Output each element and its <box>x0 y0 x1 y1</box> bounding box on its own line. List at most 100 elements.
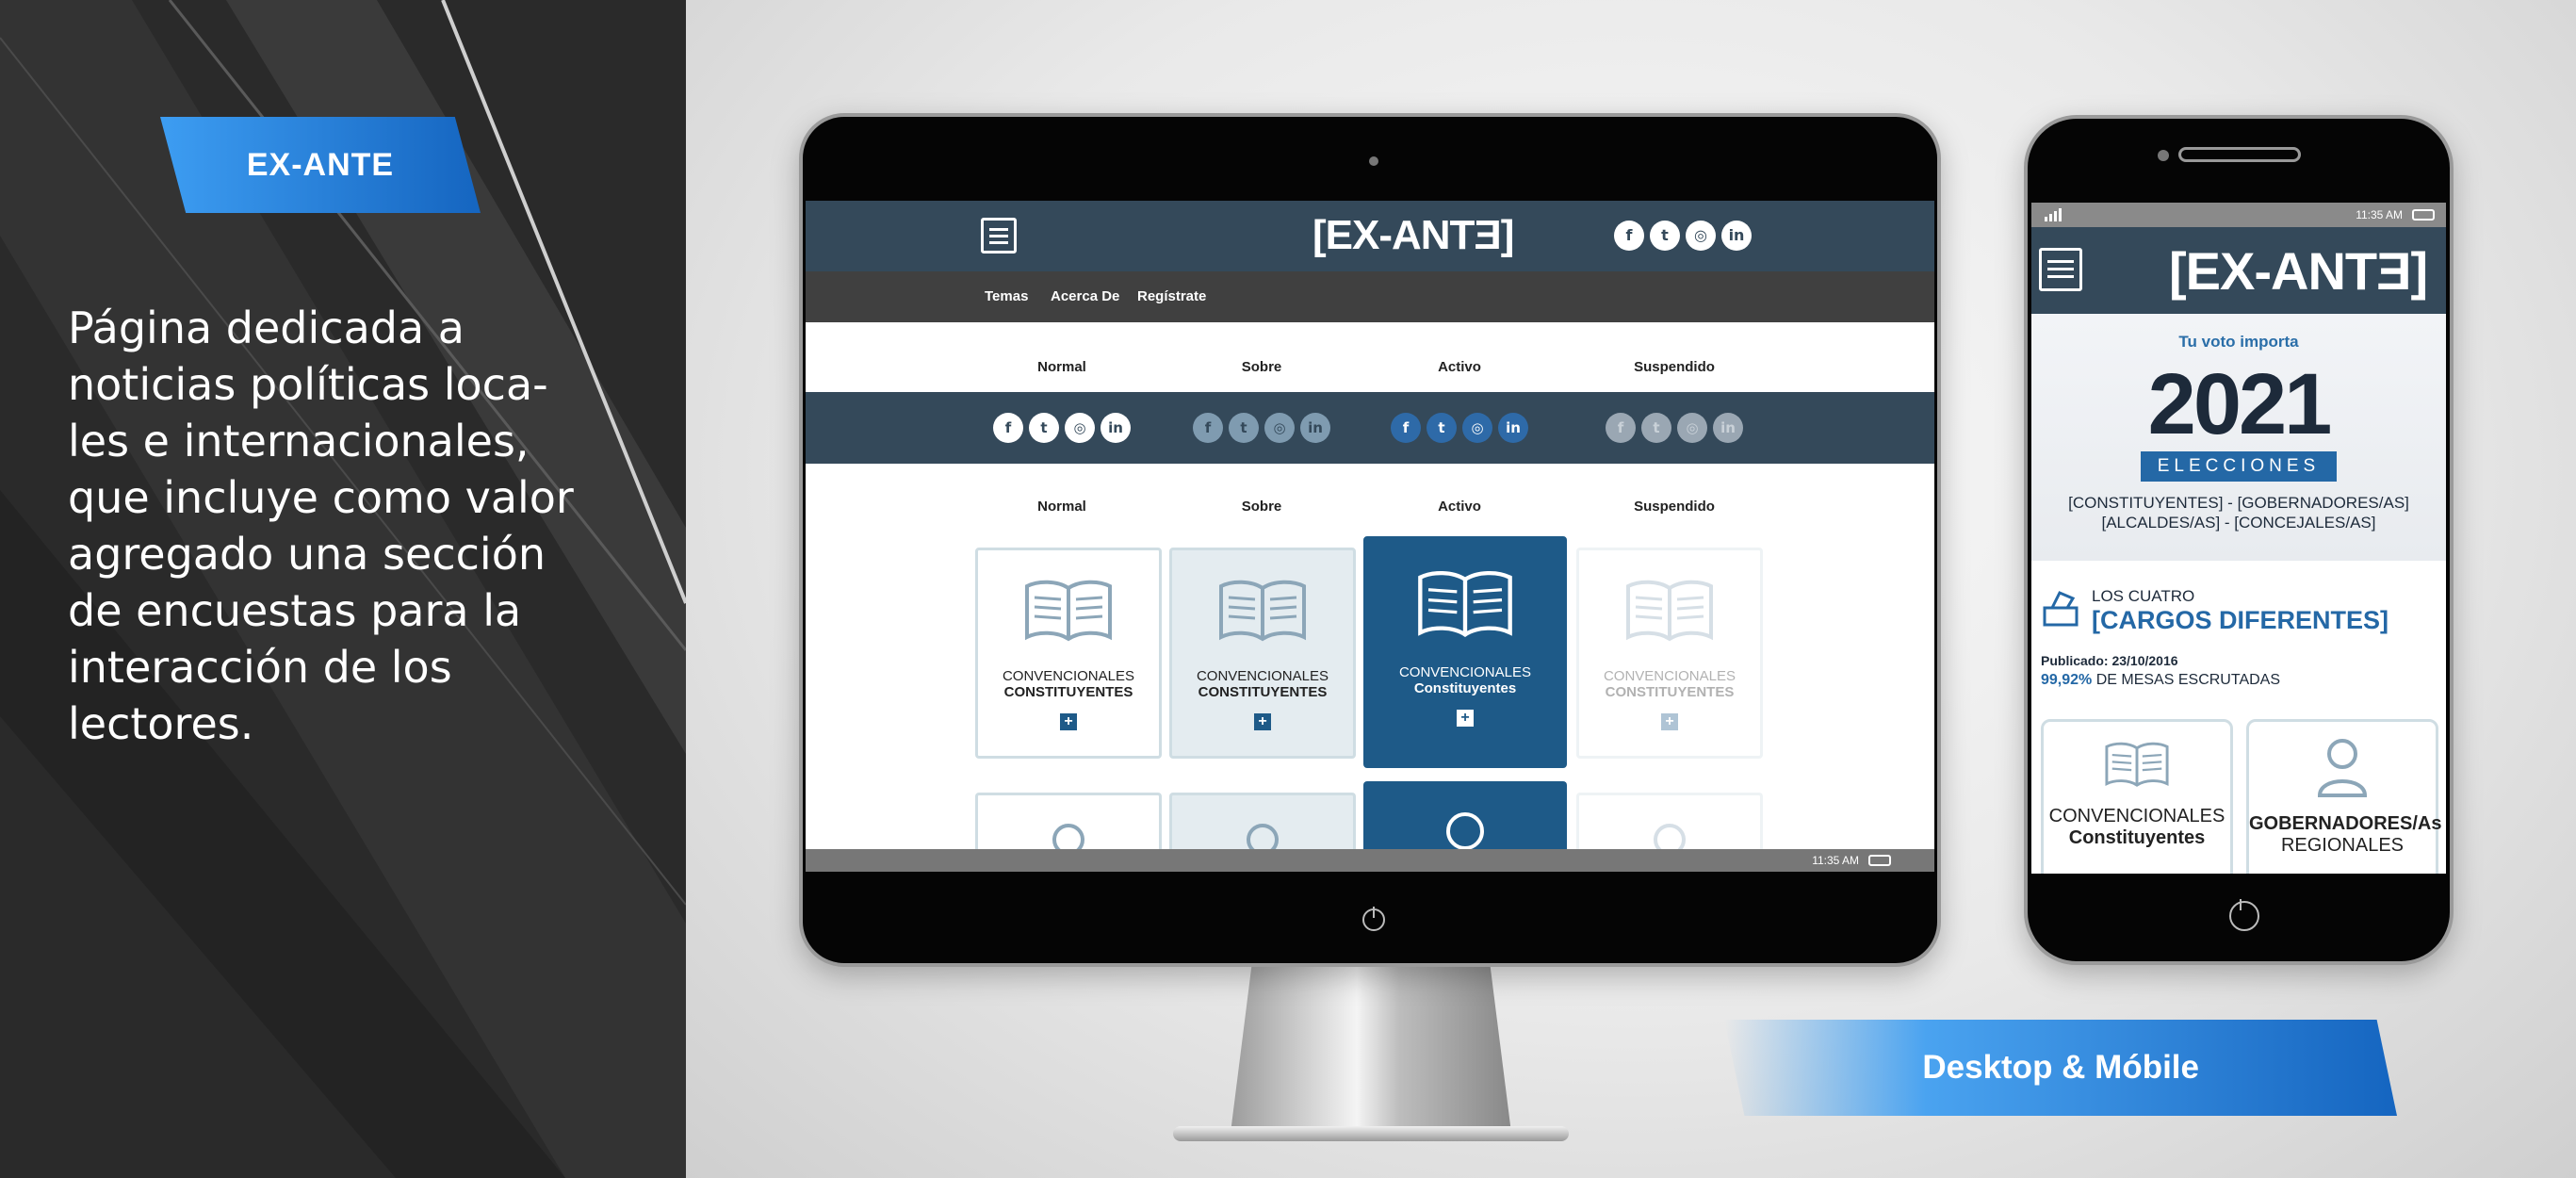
plus-icon: + <box>1661 713 1678 730</box>
cargos-title: [CARGOS DIFERENTES] <box>2092 606 2389 634</box>
desktop-mobile-tag: Desktop & Móbile <box>1724 1020 2397 1116</box>
category-card-normal[interactable]: CONVENCIONALES CONSTITUYENTES + <box>975 548 1162 759</box>
instagram-icon[interactable]: ◎ <box>1462 413 1492 443</box>
hero-year: 2021 <box>2147 356 2333 452</box>
card-line-1: GOBERNADORES/As <box>2249 813 2442 834</box>
phone-camera <box>2158 150 2169 161</box>
mobile-header: [EX-ANTƎ] <box>2031 227 2446 314</box>
category-card-row2-sobre[interactable] <box>1169 793 1356 856</box>
card-line-2: CONSTITUYENTES <box>1003 684 1133 700</box>
desktop-header: [EX-ANTƎ] f t ◎ in <box>806 201 1934 271</box>
monitor-stand-base <box>1173 1126 1569 1141</box>
book-icon <box>1626 580 1713 642</box>
card-line-1: CONVENCIONALES <box>1196 668 1329 684</box>
linkedin-icon[interactable]: in <box>1721 221 1752 251</box>
category-card-row2-normal[interactable] <box>975 793 1162 856</box>
state-label-activo-2: Activo <box>1438 499 1481 515</box>
state-label-normal: Normal <box>1037 359 1086 375</box>
twitter-icon: t <box>1641 413 1671 443</box>
facebook-icon[interactable]: f <box>1391 413 1421 443</box>
card-line-2: CONSTITUYENTES <box>1605 684 1735 700</box>
facebook-icon[interactable]: f <box>1193 413 1223 443</box>
state-label-suspendido-2: Suspendido <box>1634 499 1715 515</box>
category-card-row2-activo[interactable] <box>1363 781 1567 850</box>
nav-item-temas[interactable]: Temas <box>985 288 1028 304</box>
card-line-1: CONVENCIONALES <box>2048 806 2225 826</box>
desktop-logo[interactable]: [EX-ANTƎ] <box>1312 212 1514 259</box>
mobile-card-convencionales[interactable]: CONVENCIONALES Constituyentes <box>2041 719 2233 874</box>
card-line-1: CONVENCIONALES <box>1002 668 1135 684</box>
hero-cargos: [CONSTITUYENTES] - [GOBERNADORES/AS] [AL… <box>2068 494 2409 532</box>
twitter-icon[interactable]: t <box>1427 413 1457 443</box>
mobile-logo[interactable]: [EX-ANTƎ] <box>2169 240 2428 302</box>
facebook-icon[interactable]: f <box>1614 221 1644 251</box>
social-group-sobre: f t ◎ in <box>1193 413 1330 443</box>
book-icon <box>1219 580 1306 642</box>
state-label-sobre-2: Sobre <box>1241 499 1282 515</box>
social-group-normal: f t ◎ in <box>993 413 1131 443</box>
plus-icon[interactable]: + <box>1457 710 1474 727</box>
desktop-status-bar: 11:35 AM <box>806 849 1934 872</box>
state-label-activo: Activo <box>1438 359 1481 375</box>
twitter-icon[interactable]: t <box>1650 221 1680 251</box>
category-card-sobre[interactable]: CONVENCIONALES CONSTITUYENTES + <box>1169 548 1356 759</box>
monitor-camera <box>1369 156 1378 166</box>
instagram-icon[interactable]: ◎ <box>1264 413 1295 443</box>
user-icon <box>2317 739 2368 797</box>
card-line-1: CONVENCIONALES <box>1398 664 1532 680</box>
state-label-suspendido: Suspendido <box>1634 359 1715 375</box>
menu-icon[interactable] <box>981 218 1017 254</box>
menu-icon[interactable] <box>2039 248 2082 291</box>
linkedin-icon[interactable]: in <box>1498 413 1528 443</box>
user-icon <box>1446 812 1484 850</box>
card-line-2: Constituyentes <box>2068 827 2206 848</box>
battery-icon <box>1868 855 1891 866</box>
facebook-icon: f <box>1606 413 1636 443</box>
mesas-escrutadas: 99,92% DE MESAS ESCRUTADAS <box>2041 672 2280 689</box>
social-states-band: f t ◎ in f t ◎ in f t ◎ in f t ◎ in <box>806 392 1934 464</box>
hero-tagline: Tu voto importa <box>2178 333 2299 351</box>
instagram-icon[interactable]: ◎ <box>1065 413 1095 443</box>
signal-icon <box>2045 208 2062 221</box>
category-card-activo[interactable]: CONVENCIONALES Constituyentes + <box>1363 536 1567 768</box>
linkedin-icon[interactable]: in <box>1101 413 1131 443</box>
mobile-status-bar: 11:35 AM <box>2031 203 2446 227</box>
book-icon <box>2105 742 2169 787</box>
nav-item-acerca-de[interactable]: Acerca De <box>1051 288 1119 304</box>
card-line-2: Constituyentes <box>1413 680 1517 696</box>
instagram-icon[interactable]: ◎ <box>1686 221 1716 251</box>
twitter-icon[interactable]: t <box>1229 413 1259 443</box>
state-label-normal-2: Normal <box>1037 499 1086 515</box>
facebook-icon[interactable]: f <box>993 413 1023 443</box>
mobile-hero: Tu voto importa 2021 ELECCIONES [CONSTIT… <box>2031 314 2446 561</box>
left-panel: EX-ANTE Página dedicada a noticias polít… <box>0 0 686 1178</box>
monitor-stand <box>1230 961 1512 1140</box>
cargos-subtitle: LOS CUATRO <box>2092 587 2195 605</box>
published-date: Publicado: 23/10/2016 <box>2041 653 2178 668</box>
plus-icon[interactable]: + <box>1254 713 1271 730</box>
mobile-card-gobernadores[interactable]: GOBERNADORES/As REGIONALES <box>2246 719 2442 874</box>
battery-icon <box>2412 209 2435 221</box>
state-label-sobre: Sobre <box>1241 359 1282 375</box>
card-line-1: CONVENCIONALES <box>1603 668 1736 684</box>
power-icon <box>1362 907 1385 931</box>
social-group-activo: f t ◎ in <box>1391 413 1528 443</box>
ballot-box-icon <box>2043 591 2079 627</box>
desktop-screen: [EX-ANTƎ] f t ◎ in Temas Acerca De Regís… <box>806 201 1934 872</box>
ex-ante-tag: EX-ANTE <box>160 117 481 213</box>
category-card-row2-suspendido <box>1576 793 1763 856</box>
plus-icon[interactable]: + <box>1060 713 1077 730</box>
pct-value: 99,92% <box>2041 672 2093 688</box>
twitter-icon[interactable]: t <box>1029 413 1059 443</box>
desktop-nav: Temas Acerca De Regístrate <box>806 271 1934 322</box>
phone-speaker <box>2178 147 2301 162</box>
linkedin-icon[interactable]: in <box>1300 413 1330 443</box>
card-line-2: REGIONALES <box>2280 835 2405 856</box>
mobile-status-time: 11:35 AM <box>2356 208 2403 221</box>
book-icon <box>1025 580 1112 642</box>
book-icon <box>1418 570 1512 638</box>
desktop-status-time: 11:35 AM <box>1812 854 1859 867</box>
nav-item-registrate[interactable]: Regístrate <box>1137 288 1206 304</box>
instagram-icon: ◎ <box>1677 413 1707 443</box>
category-card-suspendido: CONVENCIONALES CONSTITUYENTES + <box>1576 548 1763 759</box>
